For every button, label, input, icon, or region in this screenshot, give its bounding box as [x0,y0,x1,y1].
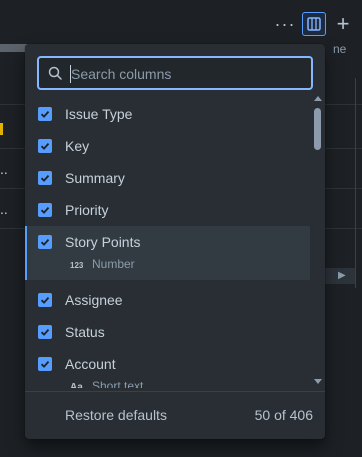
add-column-button[interactable]: + [330,10,356,38]
check-icon [40,206,50,214]
check-icon [40,360,50,368]
status-color-marker [0,123,3,135]
column-label: Story Points [65,234,141,250]
check-icon [40,238,50,246]
table-row [325,65,362,105]
check-icon [40,174,50,182]
table-row [325,149,362,189]
plus-icon: + [336,11,350,36]
popup-footer: Restore defaults 50 of 406 [25,391,325,439]
columns-icon [307,17,321,31]
column-label: Assignee [65,292,123,308]
search-field[interactable] [37,56,313,90]
checkbox[interactable] [38,107,52,121]
column-type-label: Short text [92,379,144,388]
more-options-button[interactable]: ··· [272,10,298,38]
column-header-fragment: ne [333,42,347,56]
column-option-summary[interactable]: Summary [25,162,310,194]
check-icon [40,296,50,304]
text-type-icon: Aa [70,382,83,388]
vertical-scrollbar-thumb[interactable] [314,108,321,150]
check-icon [40,328,50,336]
table-row [325,105,362,149]
scroll-up-icon[interactable] [313,94,323,102]
more-icon: ··· [274,13,296,34]
column-option-key[interactable]: Key [25,130,310,162]
number-type-icon: 123 [70,261,84,270]
restore-defaults-button[interactable]: Restore defaults [65,407,167,423]
column-label: Priority [65,202,109,218]
cell-text: .. [0,161,8,177]
checkbox[interactable] [38,235,52,249]
column-picker-button[interactable] [302,12,326,36]
search-icon [48,66,62,80]
column-list: Issue Type Key Summary Priority Story Po [25,98,325,388]
checkbox[interactable] [38,293,52,307]
column-option-issue-type[interactable]: Issue Type [25,98,310,130]
column-divider [355,78,356,288]
column-option-account[interactable]: Account Aa Short text [25,348,310,388]
column-label: Account [65,356,116,372]
search-input[interactable] [69,63,305,85]
column-label: Key [65,138,90,154]
selected-count: 50 of 406 [254,407,313,423]
checkbox[interactable] [38,171,52,185]
scroll-right-icon[interactable]: ▶ [338,270,346,281]
cell-text: .. [0,201,8,217]
column-type: Aa Short text [70,379,143,388]
column-type-label: Number [92,257,135,271]
check-icon [40,110,50,118]
column-picker-popup: Issue Type Key Summary Priority Story Po [25,44,325,439]
column-option-assignee[interactable]: Assignee [25,284,310,316]
column-type: 123 Number [70,257,135,273]
column-option-story-points[interactable]: Story Points 123 Number [25,226,310,280]
checkbox[interactable] [38,357,52,371]
column-label: Summary [65,170,125,186]
column-option-priority[interactable]: Priority [25,194,310,226]
scroll-down-icon[interactable] [313,378,323,386]
checkbox[interactable] [38,203,52,217]
checkbox[interactable] [38,325,52,339]
column-label: Status [65,324,105,340]
column-label: Issue Type [65,106,133,122]
table-row [325,189,362,229]
checkbox[interactable] [38,139,52,153]
column-option-status[interactable]: Status [25,316,310,348]
check-icon [40,142,50,150]
